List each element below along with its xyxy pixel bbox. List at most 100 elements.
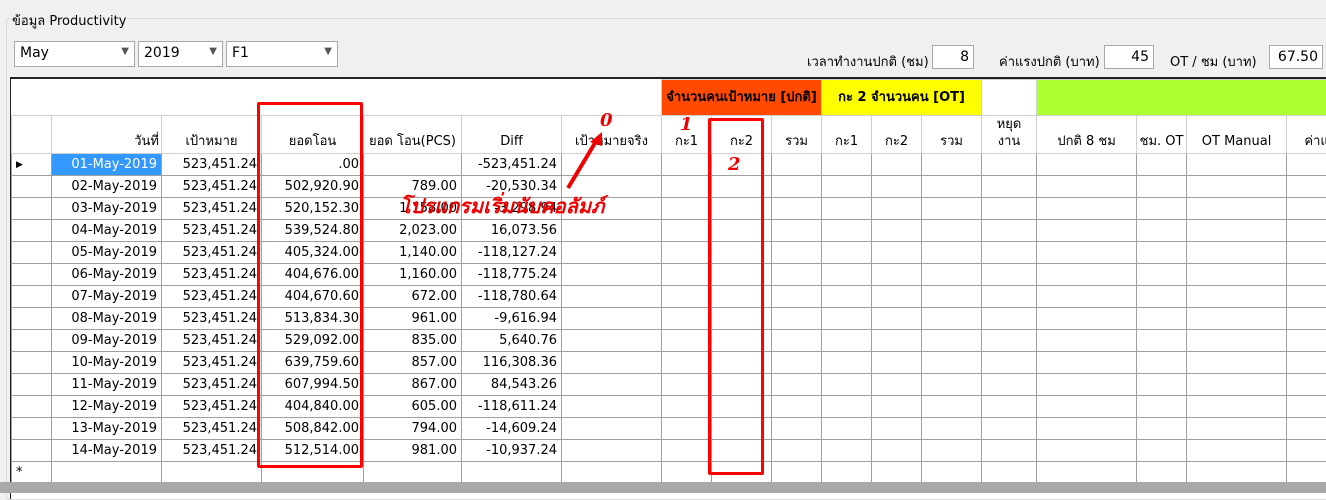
- cell[interactable]: [822, 242, 872, 264]
- cell[interactable]: 02-May-2019: [52, 176, 162, 198]
- cell[interactable]: [822, 308, 872, 330]
- cell[interactable]: [1037, 374, 1137, 396]
- cell[interactable]: 04-May-2019: [52, 220, 162, 242]
- table-row[interactable]: ▶01-May-2019523,451.24.00-523,451.24: [12, 154, 1326, 176]
- cell[interactable]: [772, 418, 822, 440]
- cell[interactable]: 835.00: [364, 330, 462, 352]
- column-header[interactable]: ยอด โอน(PCS): [364, 116, 462, 154]
- cell[interactable]: [562, 330, 662, 352]
- column-header[interactable]: รวม: [922, 116, 982, 154]
- cell[interactable]: 961.00: [364, 308, 462, 330]
- cell[interactable]: [1287, 176, 1326, 198]
- cell[interactable]: [662, 220, 712, 242]
- column-header[interactable]: เป้าหมาย: [162, 116, 262, 154]
- cell[interactable]: 5,640.76: [462, 330, 562, 352]
- cell[interactable]: 06-May-2019: [52, 264, 162, 286]
- wage-input[interactable]: 45: [1104, 45, 1154, 69]
- cell[interactable]: 2,023.00: [364, 220, 462, 242]
- cell[interactable]: [1137, 220, 1187, 242]
- table-row[interactable]: 12-May-2019523,451.24404,840.00605.00-11…: [12, 396, 1326, 418]
- cell[interactable]: [982, 286, 1037, 308]
- cell[interactable]: 857.00: [364, 352, 462, 374]
- cell[interactable]: 09-May-2019: [52, 330, 162, 352]
- cell[interactable]: [1187, 220, 1287, 242]
- cell[interactable]: [772, 440, 822, 462]
- cell[interactable]: [1187, 154, 1287, 176]
- cell[interactable]: [822, 176, 872, 198]
- cell[interactable]: [982, 352, 1037, 374]
- cell[interactable]: [872, 396, 922, 418]
- cell[interactable]: [872, 374, 922, 396]
- cell[interactable]: [1137, 286, 1187, 308]
- column-header[interactable]: ปกติ 8 ชม: [1037, 116, 1137, 154]
- cell[interactable]: [662, 440, 712, 462]
- cell[interactable]: [1287, 220, 1326, 242]
- row-header[interactable]: [12, 418, 52, 440]
- cell[interactable]: [1137, 154, 1187, 176]
- column-header[interactable]: Diff: [462, 116, 562, 154]
- row-header[interactable]: [12, 374, 52, 396]
- cell[interactable]: [662, 242, 712, 264]
- cell[interactable]: [822, 154, 872, 176]
- table-row[interactable]: 04-May-2019523,451.24539,524.802,023.001…: [12, 220, 1326, 242]
- cell[interactable]: [1137, 264, 1187, 286]
- column-header[interactable]: ชม. OT: [1137, 116, 1187, 154]
- cell[interactable]: -118,611.24: [462, 396, 562, 418]
- cell[interactable]: [662, 396, 712, 418]
- cell[interactable]: [1187, 198, 1287, 220]
- cell[interactable]: -10,937.24: [462, 440, 562, 462]
- cell[interactable]: [1287, 286, 1326, 308]
- cell[interactable]: [982, 396, 1037, 418]
- cell[interactable]: [772, 330, 822, 352]
- cell[interactable]: 523,451.24: [162, 352, 262, 374]
- cell[interactable]: [922, 198, 982, 220]
- cell[interactable]: [922, 242, 982, 264]
- cell[interactable]: [922, 176, 982, 198]
- cell[interactable]: [822, 352, 872, 374]
- cell[interactable]: [1137, 440, 1187, 462]
- column-header[interactable]: กะ1: [822, 116, 872, 154]
- cell[interactable]: [922, 286, 982, 308]
- cell[interactable]: 523,451.24: [162, 286, 262, 308]
- cell[interactable]: [1037, 154, 1137, 176]
- cell[interactable]: [1037, 264, 1137, 286]
- year-select[interactable]: 2019▼: [138, 41, 223, 67]
- cell[interactable]: [1037, 418, 1137, 440]
- table-row[interactable]: 14-May-2019523,451.24512,514.00981.00-10…: [12, 440, 1326, 462]
- row-header[interactable]: [12, 242, 52, 264]
- cell[interactable]: [662, 462, 712, 484]
- cell[interactable]: [1037, 440, 1137, 462]
- cell[interactable]: [364, 462, 462, 484]
- month-select[interactable]: May▼: [14, 41, 135, 67]
- row-header[interactable]: *: [12, 462, 52, 484]
- cell[interactable]: [662, 154, 712, 176]
- cell[interactable]: [772, 220, 822, 242]
- cell[interactable]: 523,451.24: [162, 176, 262, 198]
- cell[interactable]: 523,451.24: [162, 198, 262, 220]
- cell[interactable]: [562, 242, 662, 264]
- cell[interactable]: 523,451.24: [162, 374, 262, 396]
- cell[interactable]: [462, 462, 562, 484]
- cell[interactable]: [922, 154, 982, 176]
- cell[interactable]: [822, 440, 872, 462]
- cell[interactable]: [1037, 352, 1137, 374]
- cell[interactable]: [662, 330, 712, 352]
- cell[interactable]: [772, 286, 822, 308]
- row-header[interactable]: [12, 198, 52, 220]
- cell[interactable]: [562, 352, 662, 374]
- cell[interactable]: 03-May-2019: [52, 198, 162, 220]
- cell[interactable]: [772, 352, 822, 374]
- cell[interactable]: [1137, 198, 1187, 220]
- cell[interactable]: [1187, 330, 1287, 352]
- cell[interactable]: [872, 220, 922, 242]
- cell[interactable]: [922, 396, 982, 418]
- cell[interactable]: [1037, 330, 1137, 352]
- cell[interactable]: [982, 418, 1037, 440]
- cell[interactable]: [662, 198, 712, 220]
- cell[interactable]: [1137, 176, 1187, 198]
- table-row[interactable]: 08-May-2019523,451.24513,834.30961.00-9,…: [12, 308, 1326, 330]
- cell[interactable]: [922, 220, 982, 242]
- cell[interactable]: [822, 374, 872, 396]
- cell[interactable]: [982, 330, 1037, 352]
- cell[interactable]: [1287, 440, 1326, 462]
